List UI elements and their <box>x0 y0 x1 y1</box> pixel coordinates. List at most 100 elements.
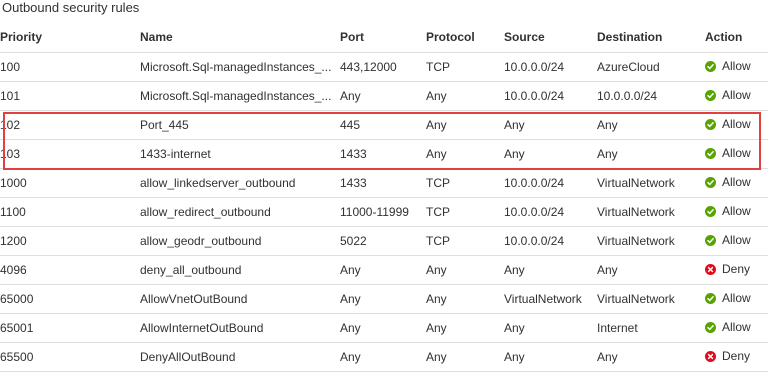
cell-destination: VirtualNetwork <box>597 168 705 198</box>
section-title: Outbound security rules <box>2 0 140 15</box>
table-row[interactable]: 1000 allow_linkedserver_outbound 1433 TCP 10… <box>0 168 768 198</box>
cell-protocol: Any <box>426 284 504 314</box>
cell-action: Deny <box>705 255 768 285</box>
cell-name: allow_redirect_outbound <box>140 197 340 227</box>
check-circle-icon <box>705 205 716 217</box>
cell-priority: 102 <box>0 110 140 140</box>
action-status: Allow <box>705 146 751 160</box>
table-row[interactable]: 1200 allow_geodr_outbound 5022 TCP 10.0.0.0/… <box>0 226 768 256</box>
check-circle-icon <box>705 147 716 159</box>
cell-port: Any <box>340 342 426 372</box>
cell-port: 443,12000 <box>340 52 426 82</box>
action-status: Deny <box>705 262 750 276</box>
cell-priority: 4096 <box>0 255 140 285</box>
cell-action: Allow <box>705 226 768 256</box>
cell-name: allow_linkedserver_outbound <box>140 168 340 198</box>
cell-destination: VirtualNetwork <box>597 284 705 314</box>
cell-name: Microsoft.Sql-managedInstances_... <box>140 52 340 82</box>
cell-source: Any <box>504 110 597 140</box>
cell-priority: 1200 <box>0 226 140 256</box>
cell-destination: Any <box>597 139 705 169</box>
cell-destination: Any <box>597 342 705 372</box>
cell-protocol: Any <box>426 110 504 140</box>
column-header-name[interactable]: Name <box>140 22 340 53</box>
action-status: Allow <box>705 117 751 131</box>
action-status: Allow <box>705 204 751 218</box>
table-row[interactable]: 65000 AllowVnetOutBound Any Any VirtualNetwo… <box>0 284 768 314</box>
cell-action: Allow <box>705 197 768 227</box>
column-header-priority[interactable]: Priority <box>0 22 140 53</box>
cell-port: 1433 <box>340 139 426 169</box>
cell-priority: 1100 <box>0 197 140 227</box>
action-label: Deny <box>722 262 751 277</box>
action-label: Allow <box>722 146 751 161</box>
cell-port: Any <box>340 313 426 343</box>
cell-port: 5022 <box>340 226 426 256</box>
cell-port: 1433 <box>340 168 426 198</box>
column-header-action[interactable]: Action <box>705 22 768 53</box>
action-label: Allow <box>722 291 751 306</box>
table-body: 100 Microsoft.Sql-managedInstances_... 443… <box>0 52 768 372</box>
cell-port: Any <box>340 284 426 314</box>
cell-action: Allow <box>705 110 768 140</box>
column-header-source[interactable]: Source <box>504 22 597 53</box>
cell-source: 10.0.0.0/24 <box>504 81 597 111</box>
table-row[interactable]: 65001 AllowInternetOutBound Any Any Any Inter… <box>0 313 768 343</box>
cell-name: allow_geodr_outbound <box>140 226 340 256</box>
action-label: Allow <box>722 88 751 103</box>
action-label: Allow <box>722 233 751 248</box>
table-row[interactable]: 4096 deny_all_outbound Any Any Any Any Deny <box>0 255 768 285</box>
x-circle-icon <box>705 263 716 275</box>
cell-source: VirtualNetwork <box>504 284 597 314</box>
cell-source: Any <box>504 342 597 372</box>
column-header-destination[interactable]: Destination <box>597 22 705 53</box>
action-label: Allow <box>722 59 751 74</box>
cell-protocol: TCP <box>426 52 504 82</box>
table-row[interactable]: 101 Microsoft.Sql-managedInstances_... Any… <box>0 81 768 111</box>
cell-source: Any <box>504 255 597 285</box>
cell-destination: Internet <box>597 313 705 343</box>
cell-name: AllowVnetOutBound <box>140 284 340 314</box>
check-circle-icon <box>705 60 716 72</box>
column-header-port[interactable]: Port <box>340 22 426 53</box>
cell-source: 10.0.0.0/24 <box>504 197 597 227</box>
table-row[interactable]: 102 Port_445 445 Any Any Any Allow <box>0 110 768 140</box>
table-row[interactable]: 100 Microsoft.Sql-managedInstances_... 443… <box>0 52 768 82</box>
cell-source: 10.0.0.0/24 <box>504 52 597 82</box>
cell-priority: 100 <box>0 52 140 82</box>
action-status: Allow <box>705 291 751 305</box>
cell-action: Allow <box>705 139 768 169</box>
cell-source: 10.0.0.0/24 <box>504 168 597 198</box>
table-row[interactable]: 1100 allow_redirect_outbound 11000-11999 TC… <box>0 197 768 227</box>
cell-action: Allow <box>705 313 768 343</box>
check-circle-icon <box>705 176 716 188</box>
action-label: Deny <box>722 349 751 364</box>
check-circle-icon <box>705 292 716 304</box>
cell-protocol: TCP <box>426 168 504 198</box>
cell-name: 1433-internet <box>140 139 340 169</box>
cell-destination: Any <box>597 255 705 285</box>
action-status: Allow <box>705 88 751 102</box>
cell-priority: 103 <box>0 139 140 169</box>
cell-protocol: Any <box>426 255 504 285</box>
check-circle-icon <box>705 321 716 333</box>
cell-protocol: Any <box>426 81 504 111</box>
cell-name: Port_445 <box>140 110 340 140</box>
action-status: Allow <box>705 320 751 334</box>
check-circle-icon <box>705 118 716 130</box>
cell-action: Allow <box>705 284 768 314</box>
column-header-protocol[interactable]: Protocol <box>426 22 504 53</box>
cell-destination: 10.0.0.0/24 <box>597 81 705 111</box>
cell-priority: 65000 <box>0 284 140 314</box>
cell-destination: VirtualNetwork <box>597 197 705 227</box>
outbound-rules-panel: Outbound security rules Priority Name Po… <box>0 0 768 373</box>
cell-protocol: Any <box>426 342 504 372</box>
action-status: Allow <box>705 233 751 247</box>
cell-protocol: TCP <box>426 226 504 256</box>
table-row[interactable]: 103 1433-internet 1433 Any Any Any Allow <box>0 139 768 169</box>
cell-action: Deny <box>705 342 768 372</box>
table-row[interactable]: 65500 DenyAllOutBound Any Any Any Any Deny <box>0 342 768 372</box>
cell-port: Any <box>340 81 426 111</box>
action-status: Allow <box>705 175 751 189</box>
cell-name: Microsoft.Sql-managedInstances_... <box>140 81 340 111</box>
